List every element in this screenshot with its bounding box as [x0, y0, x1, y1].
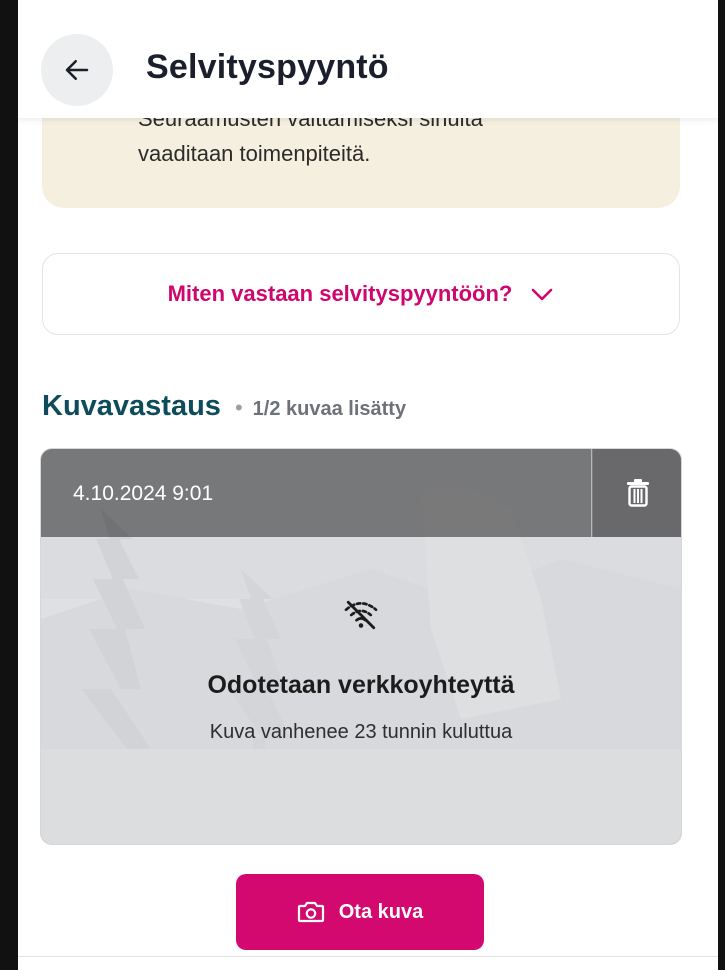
notice-text: vaaditaan toimenpiteitä. — [138, 141, 371, 166]
take-photo-button[interactable]: Ota kuva — [236, 874, 484, 950]
photo-timestamp-bar: 4.10.2024 9:01 — [41, 449, 591, 537]
bottom-divider — [18, 956, 718, 957]
delete-photo-button[interactable] — [592, 449, 681, 537]
separator-dot: • — [234, 395, 243, 420]
how-to-answer-accordion[interactable]: Miten vastaan selvityspyyntöön? — [42, 253, 680, 335]
how-to-answer-label: Miten vastaan selvityspyyntöön? — [167, 281, 513, 306]
arrow-left-icon — [65, 60, 89, 80]
section-title: Kuvavastaus — [42, 390, 221, 422]
take-photo-label: Ota kuva — [338, 900, 424, 923]
photo-expiry-text: Kuva vanhenee 23 tunnin kuluttua — [209, 721, 513, 743]
photo-count: 1/2 kuvaa lisätty — [252, 398, 407, 420]
page-title: Selvityspyyntö — [146, 48, 389, 86]
back-button[interactable] — [41, 34, 113, 106]
photo-answer-heading: Kuvavastaus • 1/2 kuvaa lisätty — [42, 390, 406, 423]
top-app-bar: Selvityspyyntö — [18, 0, 718, 118]
offline-status-title: Odotetaan verkkoyhteyttä — [207, 671, 515, 699]
photo-card: 4.10.2024 9:01 Odotetaan verkkoyhteyttä … — [40, 448, 682, 845]
wifi-off-icon — [344, 600, 378, 630]
app-screen: Seuraamusten välttämiseksi sinulta vaadi… — [18, 0, 718, 970]
photo-timestamp: 4.10.2024 9:01 — [73, 482, 214, 505]
camera-icon — [297, 901, 324, 923]
trash-icon — [626, 479, 649, 507]
chevron-down-icon — [532, 288, 553, 301]
